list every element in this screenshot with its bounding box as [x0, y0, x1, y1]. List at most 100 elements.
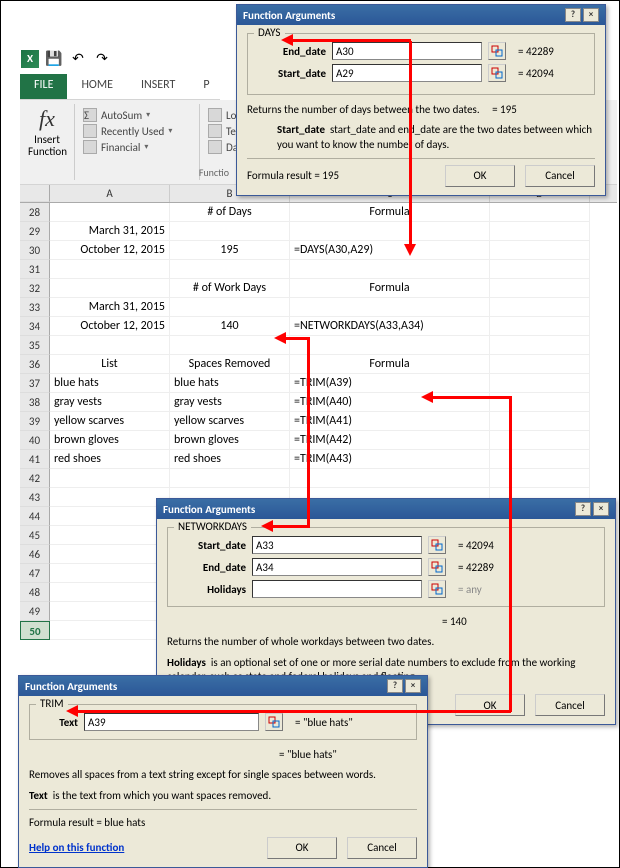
- cell[interactable]: red shoes: [170, 450, 290, 469]
- cell[interactable]: [490, 374, 590, 393]
- cell[interactable]: [170, 298, 290, 317]
- tab-insert[interactable]: INSERT: [127, 74, 189, 99]
- cell[interactable]: [490, 431, 590, 450]
- help-link[interactable]: Help on this function: [29, 841, 124, 854]
- table-row[interactable]: 37blue hatsblue hats=TRIM(A39): [20, 374, 617, 393]
- cell[interactable]: [290, 222, 490, 241]
- cell[interactable]: [290, 469, 490, 488]
- close-button[interactable]: ×: [583, 8, 599, 22]
- row-header[interactable]: 37: [20, 374, 50, 393]
- cell[interactable]: October 12, 2015: [50, 317, 170, 336]
- range-select-icon[interactable]: [428, 536, 446, 554]
- cell[interactable]: October 12, 2015: [50, 241, 170, 260]
- cell[interactable]: Formula: [290, 355, 490, 374]
- table-row[interactable]: 30October 12, 2015195=DAYS(A30,A29): [20, 241, 617, 260]
- row-header[interactable]: 47: [20, 564, 50, 583]
- cell[interactable]: [490, 412, 590, 431]
- row-header[interactable]: 30: [20, 241, 50, 260]
- close-button[interactable]: ×: [593, 502, 609, 516]
- row-header[interactable]: 48: [20, 583, 50, 602]
- tab-home[interactable]: HOME: [67, 74, 127, 99]
- cancel-button[interactable]: Cancel: [535, 694, 605, 716]
- cell[interactable]: [170, 260, 290, 279]
- cancel-button[interactable]: Cancel: [525, 165, 595, 187]
- cell[interactable]: =TRIM(A39): [290, 374, 490, 393]
- row-header[interactable]: 32: [20, 279, 50, 298]
- row-header[interactable]: 42: [20, 469, 50, 488]
- dialog-titlebar[interactable]: Function Arguments ? ×: [19, 676, 427, 696]
- cell[interactable]: [290, 260, 490, 279]
- holidays-input[interactable]: [252, 580, 422, 598]
- cell[interactable]: [290, 298, 490, 317]
- dialog-titlebar[interactable]: Function Arguments ? ×: [157, 499, 615, 519]
- col-header-a[interactable]: A: [50, 185, 170, 202]
- recently-used-button[interactable]: Recently Used▾: [83, 124, 191, 138]
- cell[interactable]: [50, 602, 170, 621]
- cell[interactable]: [50, 203, 170, 222]
- close-button[interactable]: ×: [405, 679, 421, 693]
- cell[interactable]: [50, 260, 170, 279]
- row-header[interactable]: 29: [20, 222, 50, 241]
- cell[interactable]: gray vests: [50, 393, 170, 412]
- row-header[interactable]: 49: [20, 602, 50, 621]
- end-date-input[interactable]: [252, 558, 422, 576]
- row-header[interactable]: 38: [20, 393, 50, 412]
- cell[interactable]: [50, 507, 170, 526]
- cell[interactable]: [490, 317, 590, 336]
- help-button[interactable]: ?: [387, 679, 403, 693]
- range-select-icon[interactable]: [428, 558, 446, 576]
- table-row[interactable]: 33March 31, 2015: [20, 298, 617, 317]
- cell[interactable]: =DAYS(A30,A29): [290, 241, 490, 260]
- cell[interactable]: Spaces Removed: [170, 355, 290, 374]
- table-row[interactable]: 41 red shoesred shoes=TRIM(A43): [20, 450, 617, 469]
- cancel-button[interactable]: Cancel: [347, 837, 417, 859]
- cell[interactable]: [490, 336, 590, 355]
- cell[interactable]: [50, 545, 170, 564]
- table-row[interactable]: 31: [20, 260, 617, 279]
- table-row[interactable]: 42: [20, 469, 617, 488]
- cell[interactable]: Formula: [290, 203, 490, 222]
- row-header[interactable]: 35: [20, 336, 50, 355]
- autosum-button[interactable]: ΣAutoSum▾: [83, 108, 191, 122]
- help-button[interactable]: ?: [565, 8, 581, 22]
- cell[interactable]: [490, 241, 590, 260]
- table-row[interactable]: 40 brown glovesbrown gloves=TRIM(A42): [20, 431, 617, 450]
- cell[interactable]: [170, 222, 290, 241]
- save-icon[interactable]: 💾: [44, 49, 64, 69]
- row-header[interactable]: 31: [20, 260, 50, 279]
- cell[interactable]: [50, 336, 170, 355]
- cell[interactable]: [50, 279, 170, 298]
- cell[interactable]: brown gloves: [50, 431, 170, 450]
- text-input[interactable]: [84, 713, 259, 731]
- table-row[interactable]: 29March 31, 2015: [20, 222, 617, 241]
- cell[interactable]: blue hats: [50, 374, 170, 393]
- cell[interactable]: 140: [170, 317, 290, 336]
- row-header[interactable]: 43: [20, 488, 50, 507]
- cell[interactable]: [490, 222, 590, 241]
- cell[interactable]: March 31, 2015: [50, 222, 170, 241]
- table-row[interactable]: 38gray vestsgray vests=TRIM(A40): [20, 393, 617, 412]
- cell[interactable]: [50, 469, 170, 488]
- cell[interactable]: red shoes: [50, 450, 170, 469]
- cell[interactable]: [50, 564, 170, 583]
- table-row[interactable]: 35: [20, 336, 617, 355]
- help-button[interactable]: ?: [575, 502, 591, 516]
- dialog-titlebar[interactable]: Function Arguments ? ×: [237, 5, 605, 25]
- range-select-icon[interactable]: [488, 42, 506, 60]
- table-row[interactable]: 28# of DaysFormula: [20, 203, 617, 222]
- row-header[interactable]: 39: [20, 412, 50, 431]
- cell[interactable]: March 31, 2015: [50, 298, 170, 317]
- row-header[interactable]: 36: [20, 355, 50, 374]
- tab-file[interactable]: FILE: [20, 74, 67, 99]
- cell[interactable]: [170, 336, 290, 355]
- cell[interactable]: [490, 298, 590, 317]
- cell[interactable]: [490, 450, 590, 469]
- table-row[interactable]: 39yellow scarvesyellow scarves=TRIM(A41): [20, 412, 617, 431]
- cell[interactable]: [170, 469, 290, 488]
- ok-button[interactable]: OK: [267, 837, 337, 859]
- cell[interactable]: [490, 469, 590, 488]
- tab-cut[interactable]: P: [189, 74, 223, 99]
- redo-icon[interactable]: ↷: [92, 49, 112, 69]
- row-header[interactable]: 28: [20, 203, 50, 222]
- cell[interactable]: [290, 336, 490, 355]
